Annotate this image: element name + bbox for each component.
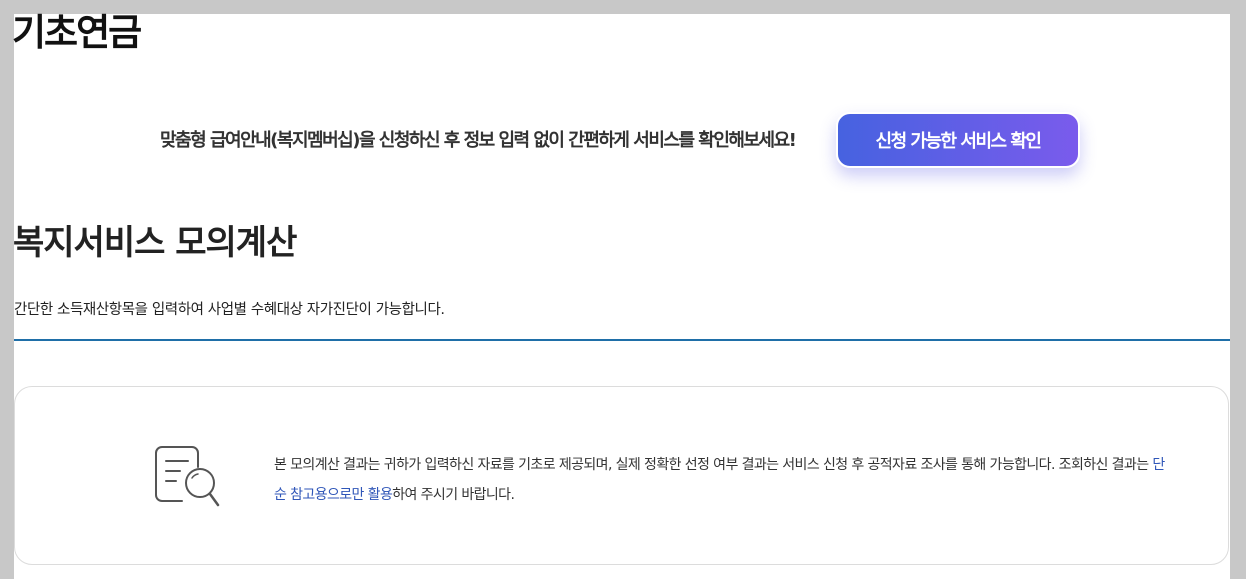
notice-text-main: 본 모의계산 결과는 귀하가 입력하신 자료를 기초로 제공되며, 실제 정확한… (274, 457, 1153, 473)
check-available-services-button[interactable]: 신청 가능한 서비스 확인 (836, 112, 1080, 168)
membership-banner-text: 맞춤형 급여안내(복지멤버십)을 신청하신 후 정보 입력 없이 간편하게 서비… (160, 130, 797, 151)
document-search-icon (155, 446, 220, 507)
section-divider (14, 339, 1230, 341)
notice-text: 본 모의계산 결과는 귀하가 입력하신 자료를 기초로 제공되며, 실제 정확한… (274, 450, 1174, 510)
simulation-description: 간단한 소득재산항목을 입력하여 사업별 수혜대상 자가진단이 가능합니다. (14, 302, 445, 318)
notice-box: 본 모의계산 결과는 귀하가 입력하신 자료를 기초로 제공되며, 실제 정확한… (14, 386, 1229, 565)
simulation-section-title: 복지서비스 모의계산 (13, 223, 297, 263)
page-title: 기초연금 (12, 11, 142, 54)
page-container: 기초연금 맞춤형 급여안내(복지멤버십)을 신청하신 후 정보 입력 없이 간편… (12, 11, 1230, 579)
notice-text-end: 하여 주시기 바랍니다. (392, 487, 515, 503)
